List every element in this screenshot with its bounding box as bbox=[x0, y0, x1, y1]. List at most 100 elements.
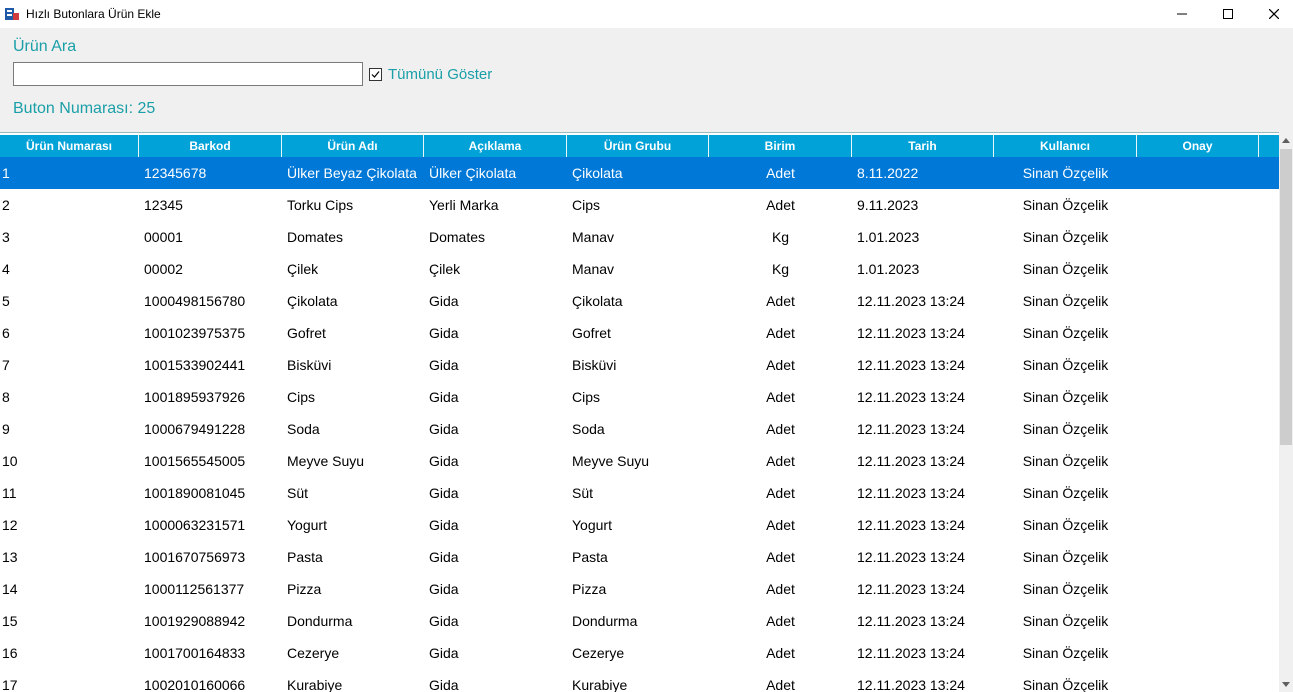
cell-product-name[interactable]: Cezerye bbox=[282, 637, 424, 669]
cell-unit[interactable]: Adet bbox=[709, 573, 852, 605]
cell-unit[interactable]: Adet bbox=[709, 637, 852, 669]
cell-description[interactable]: Gida bbox=[424, 669, 567, 692]
cell-user[interactable]: Sinan Özçelik bbox=[994, 157, 1137, 189]
cell-date[interactable]: 12.11.2023 13:24 bbox=[852, 477, 994, 509]
close-button[interactable] bbox=[1251, 0, 1293, 28]
cell-unit[interactable]: Kg bbox=[709, 253, 852, 285]
cell-description[interactable]: Gida bbox=[424, 541, 567, 573]
cell-date[interactable]: 12.11.2023 13:24 bbox=[852, 669, 994, 692]
cell-product-group[interactable]: Pizza bbox=[567, 573, 709, 605]
cell-unit[interactable]: Adet bbox=[709, 605, 852, 637]
cell-product-number[interactable]: 1 bbox=[0, 157, 139, 189]
cell-barcode[interactable]: 00001 bbox=[139, 221, 282, 253]
cell-product-group[interactable]: Cezerye bbox=[567, 637, 709, 669]
cell-description[interactable]: Gida bbox=[424, 605, 567, 637]
cell-unit[interactable]: Adet bbox=[709, 669, 852, 692]
show-all-label[interactable]: Tümünü Göster bbox=[388, 66, 492, 83]
cell-product-number[interactable]: 13 bbox=[0, 541, 139, 573]
cell-description[interactable]: Ülker Çikolata bbox=[424, 157, 567, 189]
cell-description[interactable]: Domates bbox=[424, 221, 567, 253]
cell-product-number[interactable]: 6 bbox=[0, 317, 139, 349]
cell-product-number[interactable]: 11 bbox=[0, 477, 139, 509]
table-row[interactable]: 17 1002010160066 Kurabiye Gida Kurabiye Adet 1… bbox=[0, 669, 1279, 692]
table-row[interactable]: 10 1001565545005 Meyve Suyu Gida Meyve Suyu A… bbox=[0, 445, 1279, 477]
cell-product-group[interactable]: Soda bbox=[567, 413, 709, 445]
cell-description[interactable]: Gida bbox=[424, 349, 567, 381]
cell-product-group[interactable]: Dondurma bbox=[567, 605, 709, 637]
cell-approval[interactable] bbox=[1137, 669, 1259, 692]
cell-approval[interactable] bbox=[1137, 573, 1259, 605]
cell-product-number[interactable]: 10 bbox=[0, 445, 139, 477]
cell-date[interactable]: 1.01.2023 bbox=[852, 253, 994, 285]
cell-product-name[interactable]: Meyve Suyu bbox=[282, 445, 424, 477]
cell-date[interactable]: 12.11.2023 13:24 bbox=[852, 509, 994, 541]
cell-barcode[interactable]: 12345 bbox=[139, 189, 282, 221]
scroll-up-button[interactable] bbox=[1279, 132, 1293, 148]
table-row[interactable]: 4 00002 Çilek Çilek Manav Kg 1.01.2023 Sinan Öz… bbox=[0, 253, 1279, 285]
cell-approval[interactable] bbox=[1137, 637, 1259, 669]
cell-barcode[interactable]: 1001565545005 bbox=[139, 445, 282, 477]
cell-barcode[interactable]: 1000679491228 bbox=[139, 413, 282, 445]
table-row[interactable]: 8 1001895937926 Cips Gida Cips Adet 12.11.2023… bbox=[0, 381, 1279, 413]
cell-barcode[interactable]: 1000063231571 bbox=[139, 509, 282, 541]
cell-description[interactable]: Gida bbox=[424, 317, 567, 349]
cell-product-group[interactable]: Çikolata bbox=[567, 285, 709, 317]
cell-approval[interactable] bbox=[1137, 317, 1259, 349]
cell-product-name[interactable]: Cips bbox=[282, 381, 424, 413]
cell-description[interactable]: Gida bbox=[424, 413, 567, 445]
cell-product-name[interactable]: Soda bbox=[282, 413, 424, 445]
cell-approval[interactable] bbox=[1137, 477, 1259, 509]
cell-approval[interactable] bbox=[1137, 349, 1259, 381]
cell-product-number[interactable]: 14 bbox=[0, 573, 139, 605]
table-row[interactable]: 6 1001023975375 Gofret Gida Gofret Adet 12.11.… bbox=[0, 317, 1279, 349]
column-header-product-group[interactable]: Ürün Grubu bbox=[567, 135, 709, 157]
cell-date[interactable]: 12.11.2023 13:24 bbox=[852, 413, 994, 445]
show-all-checkbox[interactable]: Tümünü Göster bbox=[369, 66, 492, 83]
cell-user[interactable]: Sinan Özçelik bbox=[994, 317, 1137, 349]
products-grid[interactable]: Ürün Numarası Barkod Ürün Adı Açıklama Ürün … bbox=[0, 132, 1279, 692]
cell-description[interactable]: Çilek bbox=[424, 253, 567, 285]
cell-unit[interactable]: Adet bbox=[709, 413, 852, 445]
cell-approval[interactable] bbox=[1137, 189, 1259, 221]
table-row[interactable]: 1 12345678 Ülker Beyaz Çikolata Ülker Çikol… bbox=[0, 157, 1279, 189]
table-row[interactable]: 13 1001670756973 Pasta Gida Pasta Adet 12.11.2… bbox=[0, 541, 1279, 573]
scroll-thumb[interactable] bbox=[1280, 149, 1292, 445]
cell-unit[interactable]: Adet bbox=[709, 381, 852, 413]
minimize-button[interactable] bbox=[1159, 0, 1205, 28]
cell-unit[interactable]: Adet bbox=[709, 445, 852, 477]
cell-unit[interactable]: Adet bbox=[709, 317, 852, 349]
cell-description[interactable]: Gida bbox=[424, 381, 567, 413]
cell-date[interactable]: 12.11.2023 13:24 bbox=[852, 285, 994, 317]
cell-product-group[interactable]: Cips bbox=[567, 381, 709, 413]
column-header-unit[interactable]: Birim bbox=[709, 135, 852, 157]
cell-product-name[interactable]: Çilek bbox=[282, 253, 424, 285]
cell-product-number[interactable]: 5 bbox=[0, 285, 139, 317]
cell-user[interactable]: Sinan Özçelik bbox=[994, 285, 1137, 317]
cell-approval[interactable] bbox=[1137, 509, 1259, 541]
cell-description[interactable]: Gida bbox=[424, 285, 567, 317]
cell-unit[interactable]: Adet bbox=[709, 477, 852, 509]
cell-product-group[interactable]: Manav bbox=[567, 221, 709, 253]
cell-barcode[interactable]: 1000112561377 bbox=[139, 573, 282, 605]
cell-user[interactable]: Sinan Özçelik bbox=[994, 413, 1137, 445]
cell-product-name[interactable]: Torku Cips bbox=[282, 189, 424, 221]
cell-date[interactable]: 12.11.2023 13:24 bbox=[852, 381, 994, 413]
cell-product-group[interactable]: Cips bbox=[567, 189, 709, 221]
cell-barcode[interactable]: 00002 bbox=[139, 253, 282, 285]
cell-approval[interactable] bbox=[1137, 157, 1259, 189]
cell-product-name[interactable]: Yogurt bbox=[282, 509, 424, 541]
cell-user[interactable]: Sinan Özçelik bbox=[994, 477, 1137, 509]
column-header-date[interactable]: Tarih bbox=[852, 135, 994, 157]
cell-barcode[interactable]: 1001700164833 bbox=[139, 637, 282, 669]
cell-product-number[interactable]: 16 bbox=[0, 637, 139, 669]
cell-product-name[interactable]: Pasta bbox=[282, 541, 424, 573]
vertical-scrollbar[interactable] bbox=[1279, 132, 1293, 692]
cell-date[interactable]: 12.11.2023 13:24 bbox=[852, 541, 994, 573]
cell-approval[interactable] bbox=[1137, 221, 1259, 253]
checkbox-checked-icon[interactable] bbox=[369, 68, 382, 81]
cell-product-name[interactable]: Kurabiye bbox=[282, 669, 424, 692]
cell-barcode[interactable]: 1002010160066 bbox=[139, 669, 282, 692]
cell-user[interactable]: Sinan Özçelik bbox=[994, 637, 1137, 669]
table-row[interactable]: 9 1000679491228 Soda Gida Soda Adet 12.11.2023… bbox=[0, 413, 1279, 445]
cell-user[interactable]: Sinan Özçelik bbox=[994, 381, 1137, 413]
